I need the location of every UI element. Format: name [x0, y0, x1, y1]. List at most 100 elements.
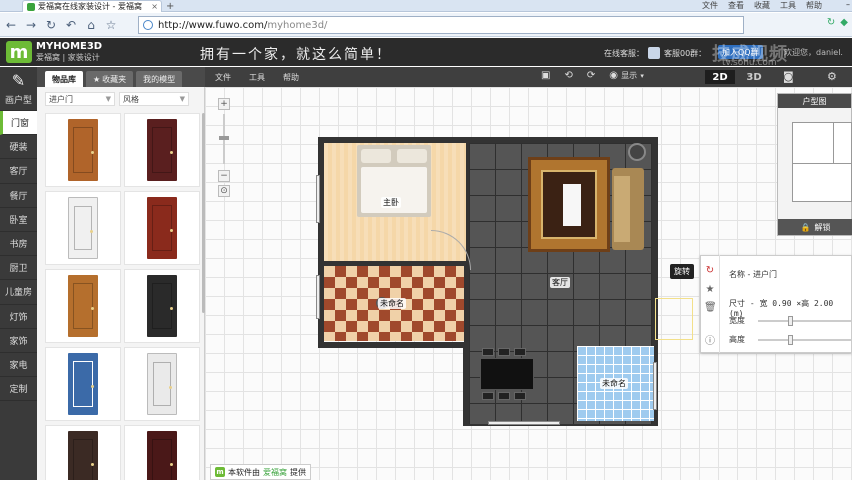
url-host: http://www.fuwo.com/: [158, 19, 268, 31]
tab-my-models[interactable]: 我的模型: [136, 71, 183, 87]
room-label-master-bedroom[interactable]: 主卧: [381, 197, 401, 208]
menu-tools[interactable]: 工具: [780, 0, 796, 11]
type-filter-select[interactable]: 进户门 ▼: [45, 92, 115, 106]
undo-icon[interactable]: ⟲: [564, 70, 572, 81]
back-icon[interactable]: ←: [4, 18, 18, 32]
window-left-bottom[interactable]: [316, 275, 320, 319]
editor-menu-file[interactable]: 文件: [215, 72, 231, 83]
mode-3d-button[interactable]: 3D: [739, 70, 769, 84]
library-item[interactable]: [45, 425, 121, 480]
inner-wall-bottom-left[interactable]: [318, 342, 469, 348]
favorite-star-icon[interactable]: ★: [704, 284, 716, 296]
zoom-reset-icon[interactable]: ⊙: [218, 185, 230, 197]
mode-2d-button[interactable]: 2D: [705, 70, 735, 84]
zoom-slider-thumb[interactable]: [219, 136, 229, 140]
library-item[interactable]: [124, 113, 200, 187]
home-icon[interactable]: ⌂: [84, 18, 98, 32]
library-item[interactable]: [124, 425, 200, 480]
sidebar-item-appliances[interactable]: 家电: [0, 353, 37, 378]
menu-view[interactable]: 查看: [728, 0, 744, 11]
service-avatar-icon[interactable]: [648, 47, 660, 59]
save-icon[interactable]: ▣: [541, 70, 550, 81]
address-bar[interactable]: http://www.fuwo.com/myhome3d/: [138, 16, 744, 34]
width-slider[interactable]: [758, 316, 852, 326]
menu-file[interactable]: 文件: [702, 0, 718, 11]
window-left-top[interactable]: [316, 175, 320, 223]
sidebar-item-living-room[interactable]: 客厅: [0, 159, 37, 184]
zoom-controls: + − ⊙: [218, 98, 230, 200]
minimize-icon[interactable]: –: [846, 0, 850, 9]
style-filter-select[interactable]: 风格 ▼: [119, 92, 189, 106]
forward-icon[interactable]: →: [24, 18, 38, 32]
sidebar-item-label: 画户型: [4, 96, 32, 106]
gear-icon[interactable]: ⚙: [827, 70, 837, 83]
sidebar-item-custom[interactable]: 定制: [0, 377, 37, 402]
unlock-button[interactable]: 🔒 解锁: [778, 219, 852, 235]
menu-help[interactable]: 帮助: [806, 0, 822, 11]
rotate-tooltip: 旋转: [670, 264, 694, 279]
star-icon[interactable]: ☆: [104, 18, 118, 32]
sidebar-item-draw-floorplan[interactable]: ✎ 画户型: [0, 67, 37, 111]
zoom-in-button[interactable]: +: [218, 98, 230, 110]
window-right[interactable]: [653, 362, 657, 410]
sidebar-item-kitchen-bath[interactable]: 厨卫: [0, 256, 37, 281]
library-item[interactable]: [45, 269, 121, 343]
editor-menu-tools[interactable]: 工具: [249, 72, 265, 83]
sidebar-item-lighting[interactable]: 灯饰: [0, 305, 37, 329]
library-item[interactable]: [124, 191, 200, 265]
object-name: 名称 - 进户门: [729, 270, 777, 279]
pillow: [361, 149, 391, 163]
menu-favorites[interactable]: 收藏: [754, 0, 770, 11]
refresh-green-icon[interactable]: ↻: [827, 17, 835, 28]
width-slider-thumb[interactable]: [788, 316, 793, 326]
floor-lamp[interactable]: [628, 143, 646, 161]
slogan: 拥有一个家，就这么简单！: [200, 47, 392, 63]
sidebar-item-doors-windows[interactable]: 门窗: [0, 111, 37, 136]
editor-menu-help[interactable]: 帮助: [283, 72, 299, 83]
extension-icon[interactable]: ◆: [840, 17, 848, 28]
library-item[interactable]: [45, 191, 121, 265]
sidebar-item-study[interactable]: 书房: [0, 232, 37, 257]
library-item[interactable]: [124, 347, 200, 421]
height-slider[interactable]: [758, 335, 852, 345]
camera-icon[interactable]: ◙: [783, 70, 794, 83]
browser-tab[interactable]: 爱福窝在线家装设计 - 爱福窝 ×: [22, 0, 162, 12]
zoom-slider[interactable]: [219, 114, 229, 164]
library-item[interactable]: [124, 269, 200, 343]
minimap-preview[interactable]: [792, 122, 852, 202]
sidebar-item-bedroom[interactable]: 卧室: [0, 208, 37, 232]
door-thumbnail-icon: [68, 431, 98, 480]
tab-favorites[interactable]: ★ 收藏夹: [86, 71, 134, 87]
height-slider-thumb[interactable]: [788, 335, 793, 345]
reload-icon[interactable]: ↻: [44, 18, 58, 32]
window-bottom[interactable]: [488, 421, 560, 425]
credit-brand[interactable]: 爱福窝: [263, 467, 287, 478]
sofa[interactable]: [612, 168, 644, 250]
coffee-table[interactable]: [563, 184, 581, 226]
tab-object-library[interactable]: 物品库: [45, 71, 83, 87]
dining-set[interactable]: [472, 348, 542, 406]
undo-close-icon[interactable]: ↶: [64, 18, 78, 32]
room-label-living[interactable]: 客厅: [550, 277, 570, 288]
library-item[interactable]: [45, 347, 121, 421]
window-controls: –: [846, 0, 850, 9]
redo-icon[interactable]: ⟳: [587, 70, 595, 81]
logo-subtitle: 爱福窝 | 家装设计: [36, 53, 100, 62]
room-label-unnamed-2[interactable]: 未命名: [600, 378, 628, 389]
library-item[interactable]: [45, 113, 121, 187]
new-tab-icon[interactable]: +: [166, 1, 174, 12]
close-tab-icon[interactable]: ×: [151, 2, 158, 11]
sidebar-item-kids-room[interactable]: 儿童房: [0, 280, 37, 305]
library-grid: [45, 113, 200, 480]
room-label-unnamed-1[interactable]: 未命名: [378, 298, 406, 309]
sidebar-item-hard-decor[interactable]: 硬装: [0, 135, 37, 160]
online-service: 在线客服： 客服00群：: [604, 47, 706, 59]
sidebar-item-decor[interactable]: 家饰: [0, 329, 37, 353]
sidebar-item-dining-room[interactable]: 餐厅: [0, 184, 37, 208]
zoom-out-button[interactable]: −: [218, 170, 230, 182]
info-icon[interactable]: ⓘ: [704, 332, 716, 347]
delete-trash-icon[interactable]: 🗑: [704, 302, 717, 314]
rotate-icon[interactable]: ↻: [704, 265, 716, 277]
display-toggle[interactable]: ◉ 显示 ▾: [609, 70, 644, 81]
living-rug[interactable]: [528, 157, 610, 252]
